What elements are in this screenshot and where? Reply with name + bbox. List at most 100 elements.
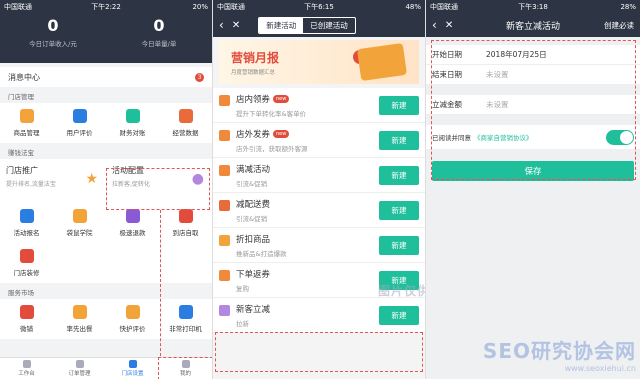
form-header: 中国联通 下午3:18 28% ‹ ✕ 新客立减活动 创建必读 (426, 0, 640, 37)
decoration-item[interactable]: 门店装修 (0, 243, 53, 283)
user-icon (181, 360, 190, 368)
highlight-box (215, 332, 423, 372)
store-promo-cell[interactable]: 门店推广 提升排名,流量法宝 ★ (0, 159, 106, 203)
activity-icon (219, 165, 230, 176)
activity-icon (219, 235, 230, 246)
activity-desc: 店外引流，获取额外客源 (236, 144, 308, 153)
graduation-icon (72, 209, 87, 223)
market-item-4[interactable]: 非常打印机 (159, 299, 212, 339)
tab-workbench-label: 工作台 (18, 371, 35, 377)
tab-store-settings[interactable]: 门店设置 (106, 358, 159, 379)
battery-label: 28% (620, 2, 636, 11)
activity-item: 满减活动引流&促销 新建 (213, 158, 425, 193)
printer-icon (178, 305, 193, 319)
pen-icon (19, 209, 34, 223)
carrier-label: 中国联通 (430, 2, 458, 11)
tab-workbench[interactable]: 工作台 (0, 358, 53, 379)
back-icon[interactable]: ‹ (219, 18, 224, 32)
clock-label: 下午3:18 (518, 2, 548, 11)
biz-data-item[interactable]: 经营数据 (159, 103, 212, 143)
review-icon (72, 109, 87, 123)
highlight-box (106, 168, 210, 210)
message-center-label: 消息中心 (8, 72, 40, 82)
new-badge: new (273, 94, 290, 103)
user-review-item[interactable]: 用户评价 (53, 103, 106, 143)
market-title: 服务市场 (8, 289, 34, 297)
event-signup-label: 活动报名 (13, 229, 40, 237)
home-icon (22, 360, 31, 368)
market-label-4: 非常打印机 (169, 325, 202, 333)
market-item-2[interactable]: 率先出餐 (53, 299, 106, 339)
highlight-line (160, 210, 161, 356)
report-banner[interactable]: 营销月报 月度营销数据汇总 (219, 40, 419, 84)
store-mgmt-grid: 商品管理 用户评价 财务对账 经营数据 (0, 103, 212, 143)
today-orders-stat[interactable]: 0 今日单量/单 (106, 16, 212, 49)
event-signup-item[interactable]: 活动报名 (0, 203, 53, 243)
activity-title: 满减活动 (236, 164, 271, 175)
finance-label: 财务对账 (119, 129, 146, 137)
activity-item: 店内领券 new 提升下单转化率&客单价 新建 (213, 88, 425, 123)
store-icon (178, 209, 193, 223)
pickup-label: 到店自取 (172, 229, 199, 237)
bolt-icon (125, 209, 140, 223)
battery-label: 48% (405, 2, 421, 11)
close-icon[interactable]: ✕ (445, 20, 453, 31)
battery-label: 20% (192, 2, 208, 11)
activity-desc: 推新品&打造爆款 (236, 249, 287, 258)
thumb-icon (125, 305, 140, 319)
tab-new-activity[interactable]: 新建活动 (259, 17, 304, 33)
home-screen: 中国联通 下午2:22 20% 0 今日订单收入/元 0 今日单量/单 消息中心… (0, 0, 212, 379)
market-item-1[interactable]: 微铺 (0, 299, 53, 339)
market-label-2: 率先出餐 (66, 325, 93, 333)
activity-desc: 引流&促销 (236, 214, 268, 223)
activity-tabs: 新建活动 已创建活动 (258, 16, 356, 34)
close-icon[interactable]: ✕ (232, 20, 240, 31)
finance-icon (125, 109, 140, 123)
decoration-label: 门店装修 (13, 269, 40, 277)
create-activity-button[interactable]: 新建 (379, 130, 419, 150)
market-item-3[interactable]: 快护评价 (106, 299, 159, 339)
create-activity-button[interactable]: 新建 (379, 165, 419, 185)
tab-mine[interactable]: 我的 (158, 357, 212, 379)
back-icon[interactable]: ‹ (432, 18, 437, 32)
activity-icon (219, 270, 230, 281)
activity-item: 减配送费 引流&促销 新建 (213, 193, 425, 228)
market-grid: 微铺 率先出餐 快护评价 非常打印机 (0, 299, 212, 339)
activity-item: 店外发券 new 店外引流，获取额外客源 新建 (213, 123, 425, 158)
tab-mine-label: 我的 (179, 371, 191, 377)
tab-created-activity[interactable]: 已创建活动 (303, 18, 355, 33)
finance-item[interactable]: 财务对账 (106, 103, 159, 143)
user-review-label: 用户评价 (66, 129, 93, 137)
market-label-3: 快护评价 (119, 325, 146, 333)
goods-icon (19, 109, 34, 123)
meal-icon (72, 305, 87, 319)
activity-desc: 引流&促销 (236, 179, 268, 188)
goods-mgmt-label: 商品管理 (13, 129, 40, 137)
activity-item: 折扣商品 推新品&打造爆款 新建 (213, 228, 425, 263)
banner-title: 营销月报 (231, 50, 280, 65)
create-activity-button[interactable]: 新建 (379, 305, 419, 325)
create-activity-button[interactable]: 新建 (379, 200, 419, 220)
seo-main-text: SEO研究协会网 (482, 339, 636, 363)
watermark-text: 图片仅供参考 请以实物为准 (378, 284, 425, 298)
activity-title: 店内领券 (236, 94, 271, 105)
tab-orders-label: 订单管理 (68, 371, 91, 377)
activity-header: 中国联通 下午6:15 48% ‹ ✕ 新建活动 已创建活动 (213, 0, 425, 37)
message-center-row[interactable]: 消息中心 3 (0, 67, 212, 87)
academy-item[interactable]: 袋鼠学院 (53, 203, 106, 243)
today-income-stat[interactable]: 0 今日订单收入/元 (0, 17, 106, 49)
today-orders-label: 今日单量/单 (141, 40, 177, 48)
create-activity-button[interactable]: 新建 (379, 95, 419, 115)
must-read-link[interactable]: 创建必读 (604, 20, 634, 31)
chart-icon (178, 109, 193, 123)
grow-title: 赚钱法宝 (8, 149, 34, 157)
today-orders-value: 0 (153, 16, 165, 35)
highlight-box (431, 40, 636, 180)
activity-icon (219, 200, 230, 211)
new-badge: new (273, 129, 290, 138)
fast-refund-label: 极速退款 (119, 229, 146, 237)
goods-mgmt-item[interactable]: 商品管理 (0, 103, 53, 143)
shop-icon (19, 305, 34, 319)
tab-orders[interactable]: 订单管理 (53, 358, 106, 379)
create-activity-button[interactable]: 新建 (379, 235, 419, 255)
